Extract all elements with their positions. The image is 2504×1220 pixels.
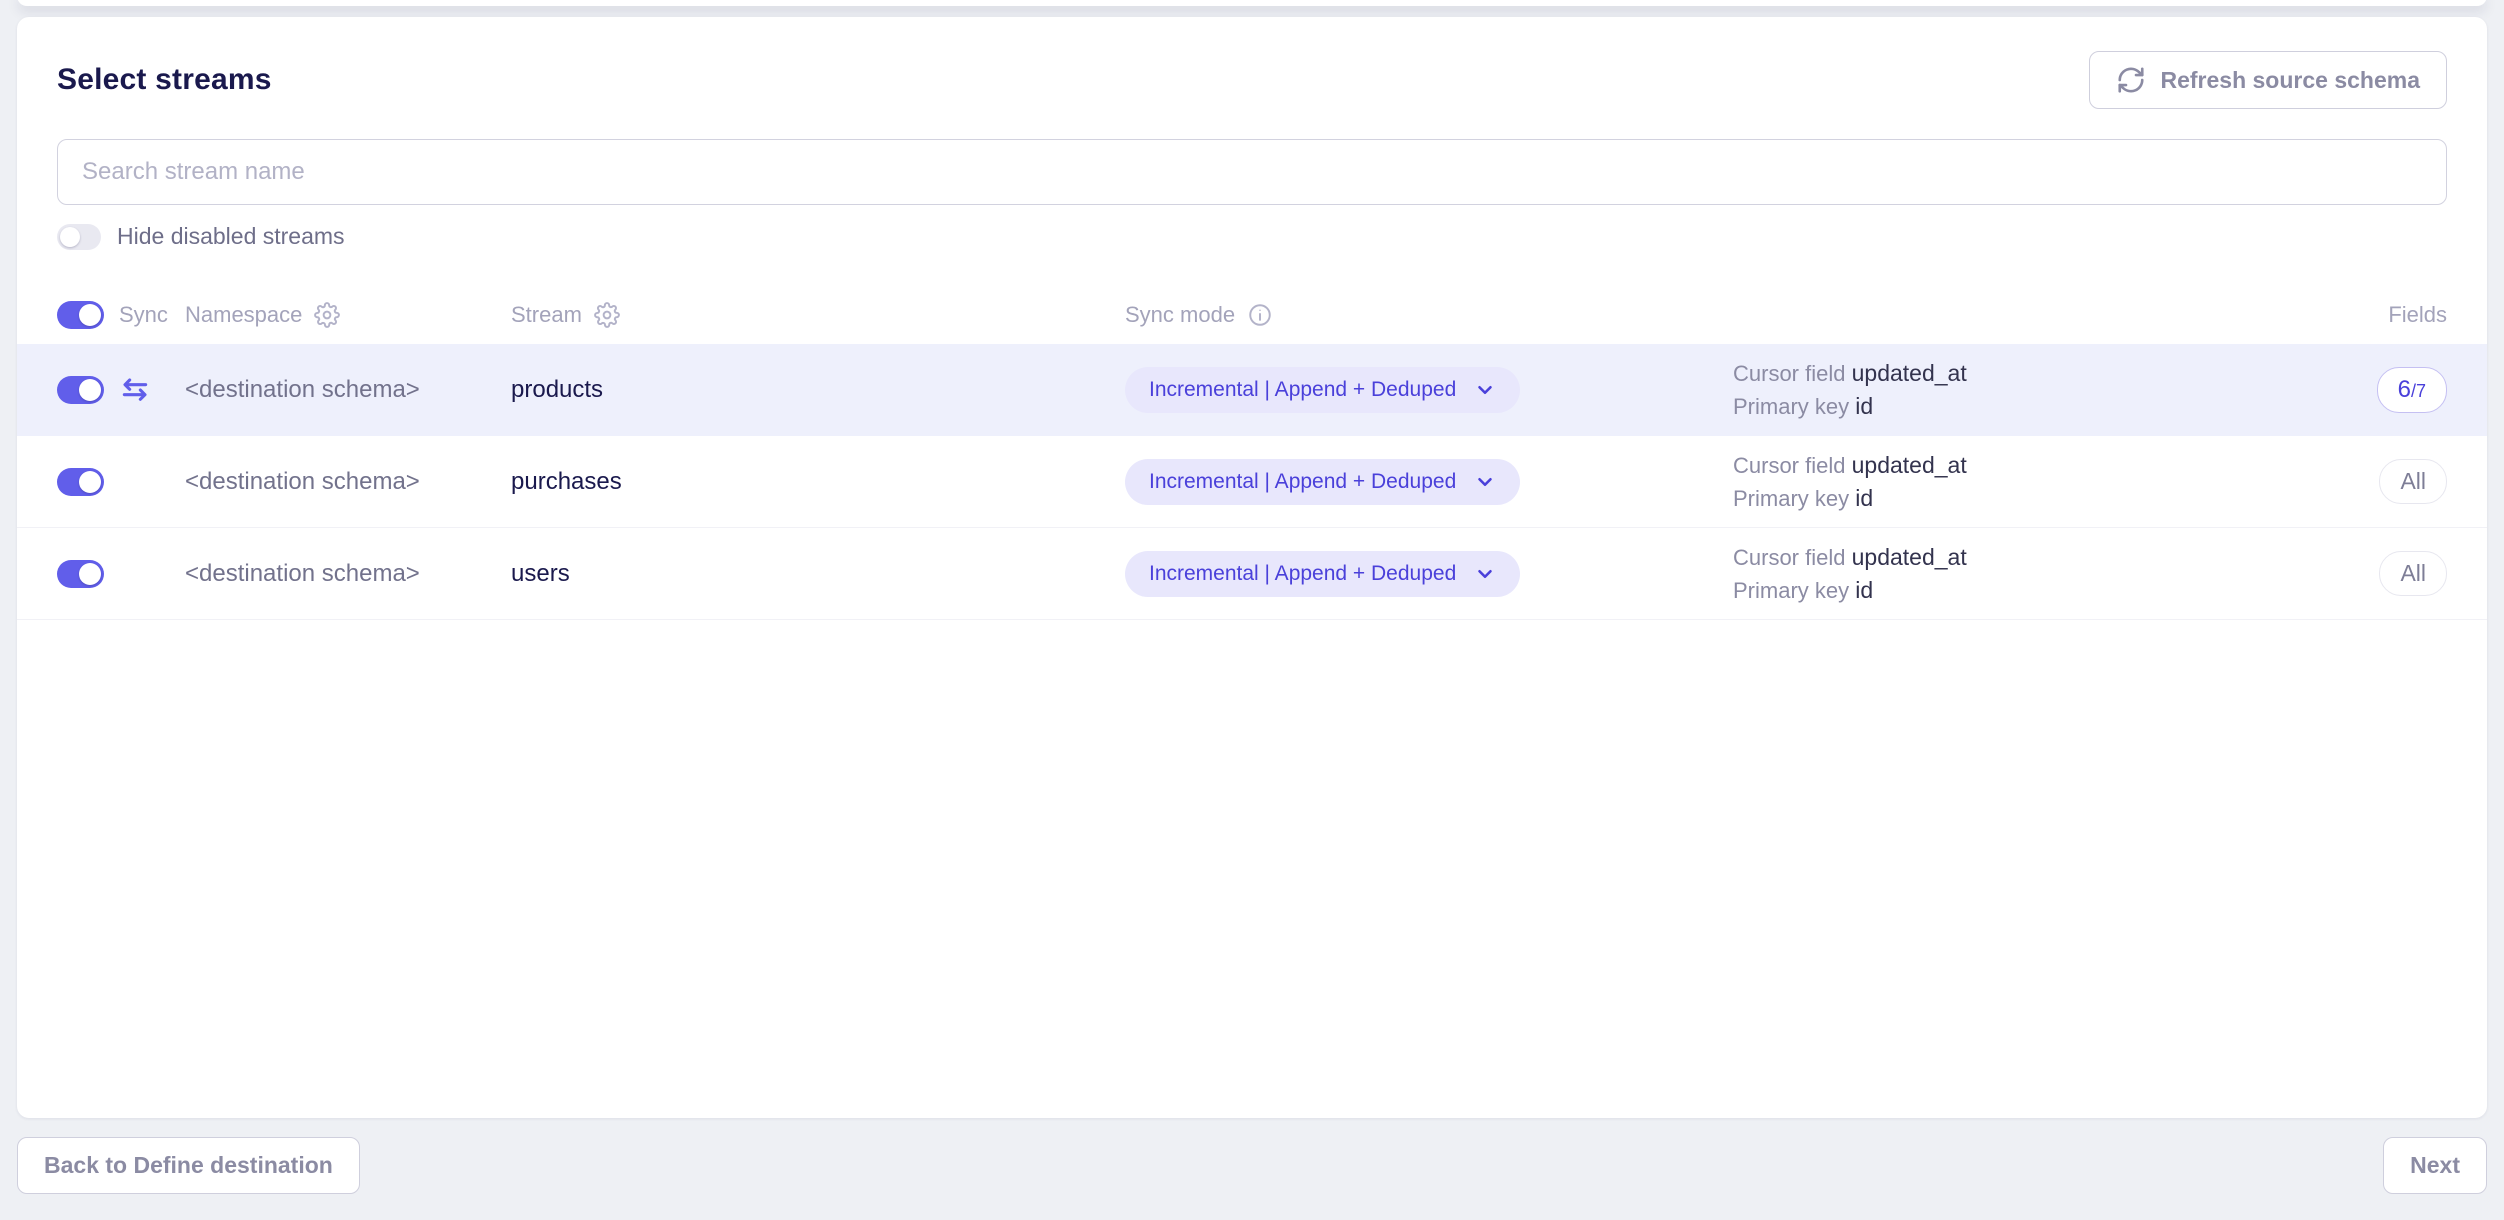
header-stream: Stream — [511, 302, 1125, 328]
chevron-down-icon — [1474, 379, 1496, 401]
refresh-source-schema-button[interactable]: Refresh source schema — [2089, 51, 2447, 109]
table-row[interactable]: <destination schema> purchases Increment… — [17, 436, 2487, 528]
header-sync-mode: Sync mode — [1125, 302, 1733, 328]
sync-mode-dropdown[interactable]: Incremental | Append + Deduped — [1125, 367, 1520, 413]
stream-settings-gear-icon[interactable] — [594, 302, 620, 328]
sync-mode-info-icon[interactable] — [1247, 302, 1273, 328]
hide-disabled-label: Hide disabled streams — [117, 223, 345, 250]
select-streams-card: Select streams Refresh source schema Hid… — [17, 17, 2487, 1118]
chevron-down-icon — [1474, 471, 1496, 493]
sync-all-toggle[interactable] — [57, 301, 104, 329]
cursor-pk-cell: Cursor field updated_at Primary key id — [1733, 449, 2297, 515]
row-namespace: <destination schema> — [185, 468, 511, 496]
back-button[interactable]: Back to Define destination — [17, 1137, 360, 1194]
sync-mode-dropdown[interactable]: Incremental | Append + Deduped — [1125, 459, 1520, 505]
refresh-button-label: Refresh source schema — [2160, 67, 2420, 94]
fields-all-badge[interactable]: All — [2379, 459, 2447, 504]
header-fields: Fields — [2297, 302, 2447, 328]
table-row[interactable]: <destination schema> products Incrementa… — [17, 344, 2487, 436]
row-stream-name: purchases — [511, 468, 1125, 496]
row-stream-name: users — [511, 560, 1125, 588]
stream-sync-toggle[interactable] — [57, 376, 104, 404]
chevron-down-icon — [1474, 563, 1496, 585]
fields-count-badge[interactable]: 6/7 — [2377, 367, 2447, 413]
stream-sync-toggle[interactable] — [57, 560, 104, 588]
table-header-row: Sync Namespace Stream — [17, 286, 2487, 344]
page-title: Select streams — [57, 63, 272, 97]
hide-disabled-row: Hide disabled streams — [17, 205, 2487, 250]
card-header: Select streams Refresh source schema — [17, 17, 2487, 109]
search-input[interactable] — [57, 139, 2447, 205]
refresh-icon — [2116, 65, 2146, 95]
previous-step-card-edge — [17, 0, 2487, 6]
namespace-settings-gear-icon[interactable] — [314, 302, 340, 328]
sync-mode-value: Incremental | Append + Deduped — [1149, 378, 1456, 402]
table-row[interactable]: <destination schema> users Incremental |… — [17, 528, 2487, 620]
cursor-pk-cell: Cursor field updated_at Primary key id — [1733, 357, 2297, 423]
streams-table: Sync Namespace Stream — [17, 286, 2487, 620]
fields-all-badge[interactable]: All — [2379, 551, 2447, 596]
hide-disabled-toggle[interactable] — [57, 224, 101, 250]
row-namespace: <destination schema> — [185, 376, 511, 404]
sync-mode-dropdown[interactable]: Incremental | Append + Deduped — [1125, 551, 1520, 597]
stream-sync-toggle[interactable] — [57, 468, 104, 496]
header-sync: Sync — [119, 302, 185, 328]
wizard-footer: Back to Define destination Next — [0, 1137, 2504, 1194]
next-button[interactable]: Next — [2383, 1137, 2487, 1194]
swap-arrows-icon — [119, 374, 185, 406]
cursor-pk-cell: Cursor field updated_at Primary key id — [1733, 541, 2297, 607]
row-namespace: <destination schema> — [185, 560, 511, 588]
search-area — [17, 109, 2487, 205]
row-stream-name: products — [511, 376, 1125, 404]
header-namespace: Namespace — [185, 302, 511, 328]
sync-mode-value: Incremental | Append + Deduped — [1149, 470, 1456, 494]
sync-mode-value: Incremental | Append + Deduped — [1149, 562, 1456, 586]
